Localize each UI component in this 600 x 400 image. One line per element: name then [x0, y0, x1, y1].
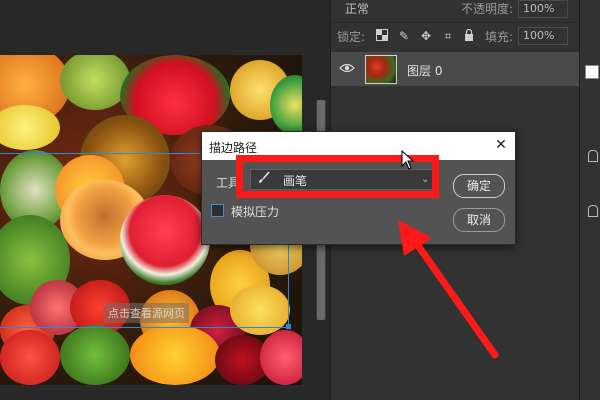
dialog-title: 描边路径	[209, 141, 258, 155]
right-panel-strip	[579, 0, 600, 400]
layer-name[interactable]: 图层 0	[407, 62, 442, 79]
fill-label: 填充:	[485, 30, 514, 44]
simulate-pressure-checkbox[interactable]	[211, 204, 224, 217]
shape-icon[interactable]	[588, 150, 598, 162]
move-lock-icon[interactable]: ✥	[419, 29, 433, 43]
ok-button[interactable]: 确定	[453, 174, 505, 198]
lock-label: 锁定:	[337, 30, 366, 44]
layer-row[interactable]: 图层 0	[331, 52, 579, 86]
swatch-icon[interactable]	[585, 65, 599, 79]
artboard-lock-icon[interactable]: ⌗	[441, 29, 455, 43]
opacity-label: 不透明度:	[461, 2, 514, 16]
opacity-input[interactable]: 100%	[518, 0, 568, 18]
cancel-button[interactable]: 取消	[453, 208, 505, 232]
close-icon[interactable]: ✕	[493, 137, 509, 153]
watermark-text: 点击查看源网页	[104, 303, 189, 323]
fill-input[interactable]: 100%	[518, 27, 568, 45]
checkerboard-lock-icon[interactable]	[375, 29, 389, 43]
shape-icon[interactable]	[588, 205, 598, 217]
blend-mode-select[interactable]: 正常	[337, 0, 457, 18]
mouse-cursor-icon	[401, 150, 415, 170]
blend-row: 正常 不透明度: 100%	[331, 0, 579, 23]
lock-row: 锁定: ✎ ✥ ⌗ 填充: 100%	[331, 24, 579, 48]
brush-lock-icon[interactable]: ✎	[397, 29, 411, 43]
padlock-icon[interactable]	[462, 28, 476, 43]
eye-icon[interactable]	[339, 62, 355, 76]
layer-thumbnail	[365, 55, 397, 84]
simulate-pressure-label[interactable]: 模拟压力	[231, 203, 279, 220]
